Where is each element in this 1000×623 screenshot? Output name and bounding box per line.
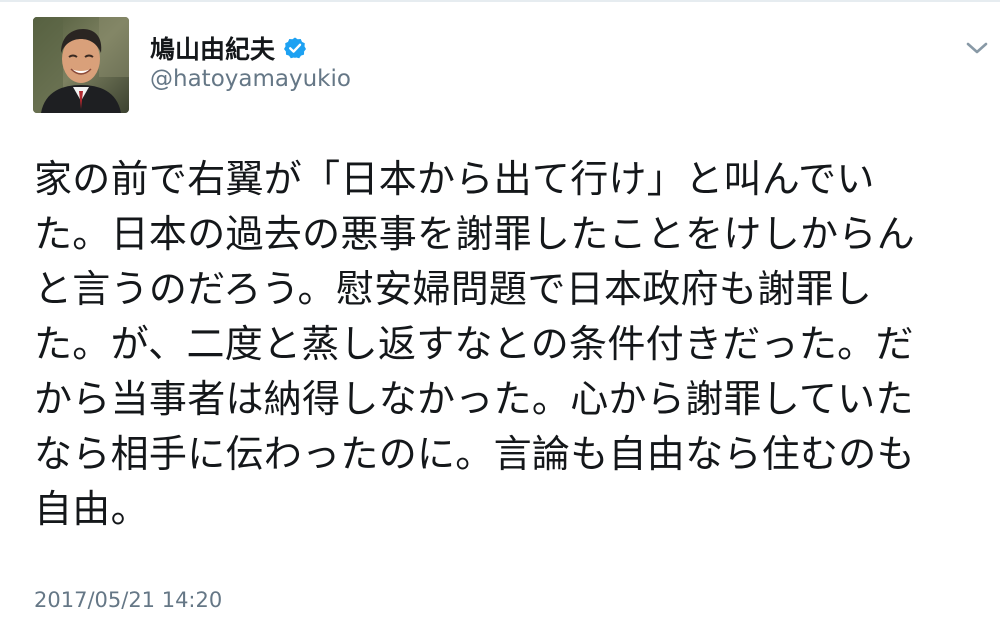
avatar[interactable]	[33, 17, 129, 113]
user-name-row: 鳩山由紀夫	[150, 30, 307, 66]
tweet-timestamp[interactable]: 2017/05/21 14:20	[34, 588, 222, 612]
tweet-text: 家の前で右翼が「日本から出て行け」と叫んでい た。日本の過去の悪事を謝罪したこと…	[34, 157, 915, 531]
display-name[interactable]: 鳩山由紀夫	[150, 30, 275, 66]
chevron-down-icon[interactable]	[962, 36, 992, 60]
profile-photo-icon	[33, 17, 129, 113]
user-handle[interactable]: @hatoyamayukio	[150, 66, 351, 92]
top-divider	[0, 0, 1000, 2]
verified-badge-icon	[283, 36, 307, 60]
